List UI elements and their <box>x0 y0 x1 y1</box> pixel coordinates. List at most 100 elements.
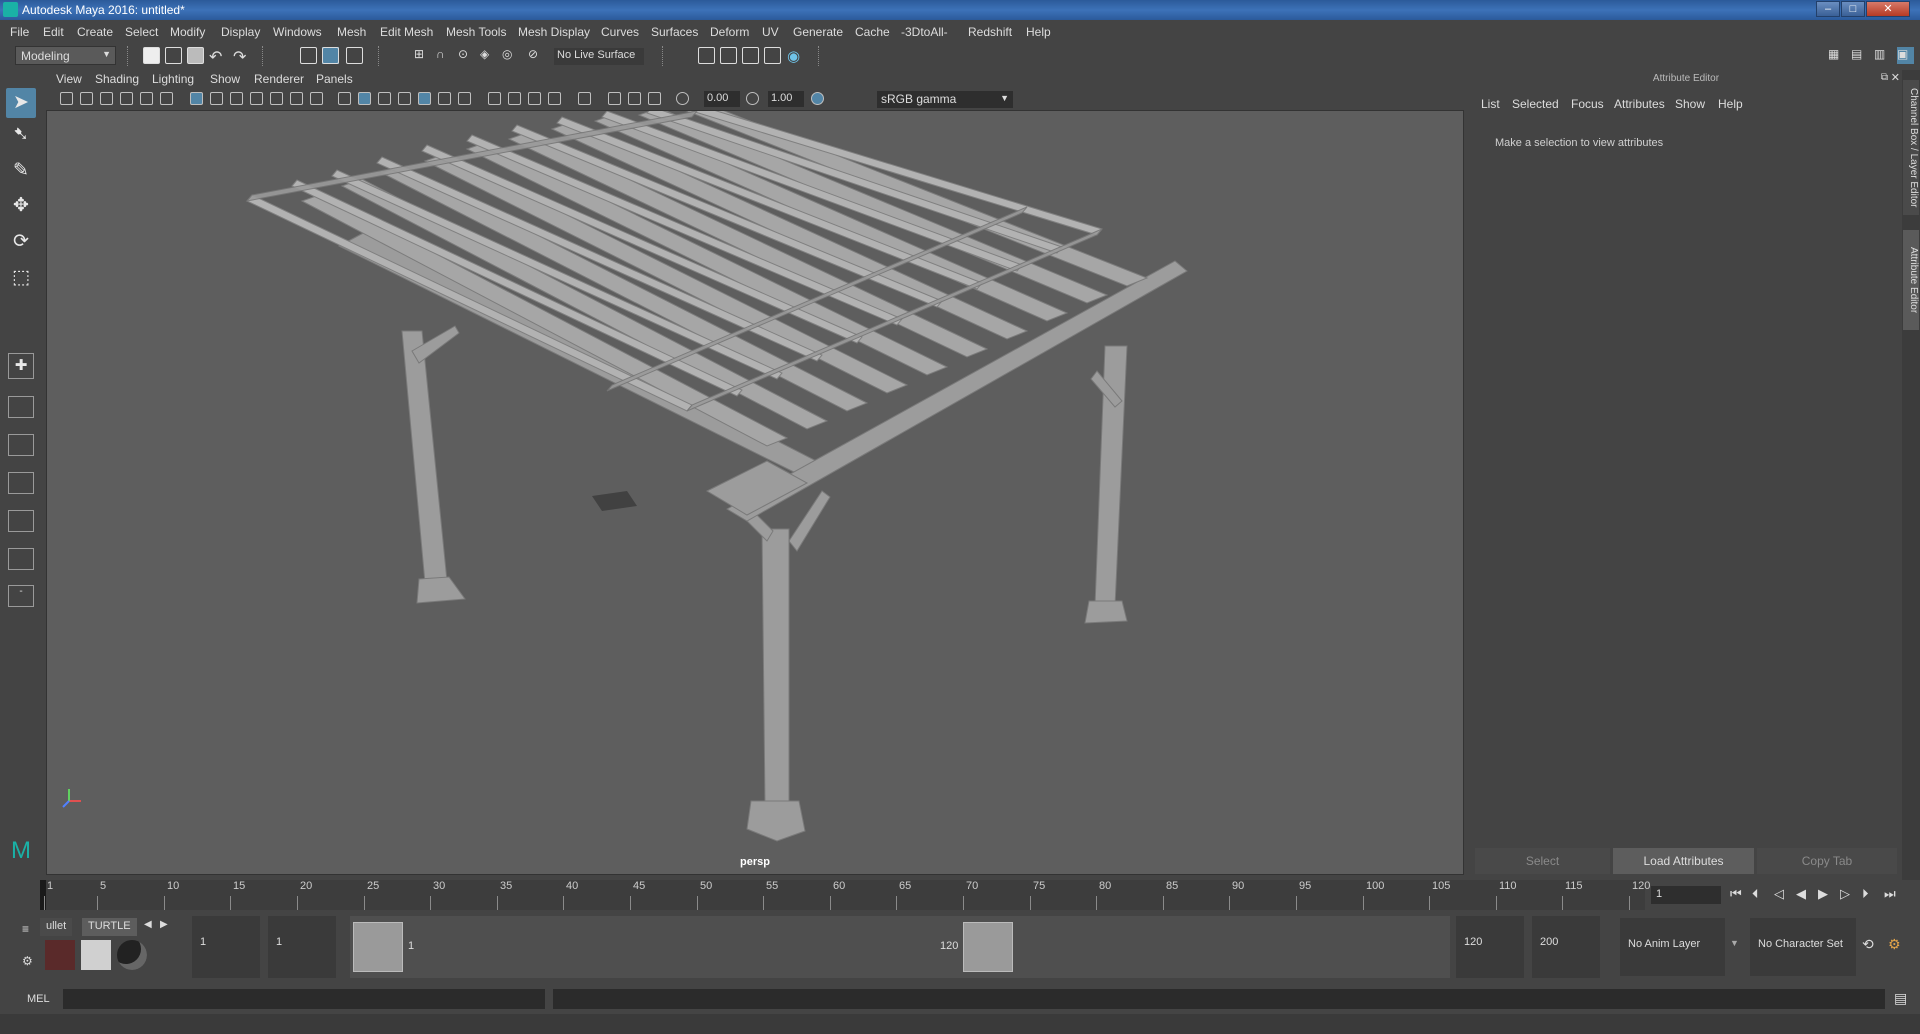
perspective-viewport[interactable]: persp <box>46 110 1464 875</box>
menu-set-dropdown[interactable]: Modeling ▼ <box>15 46 116 65</box>
step-forward-frame-icon[interactable]: ⏵ <box>1862 886 1869 902</box>
use-default-material-icon[interactable] <box>378 92 391 105</box>
menu-edit[interactable]: Edit <box>43 25 64 39</box>
lasso-tool-icon[interactable]: ➷ <box>6 120 36 150</box>
shelf-tab-bullet[interactable]: ullet <box>40 918 73 936</box>
menu-windows[interactable]: Windows <box>273 25 322 39</box>
ae-menu-list[interactable]: List <box>1481 97 1500 111</box>
wireframe-icon[interactable] <box>338 92 351 105</box>
ae-menu-focus[interactable]: Focus <box>1571 97 1604 111</box>
menu-cache[interactable]: Cache <box>855 25 890 39</box>
sphere-material-icon[interactable] <box>117 940 147 970</box>
isolate-select-icon[interactable] <box>578 92 591 105</box>
render-settings-icon[interactable] <box>698 47 715 64</box>
panel-menu-renderer[interactable]: Renderer <box>254 72 304 86</box>
load-attributes-button[interactable]: Load Attributes <box>1613 848 1754 874</box>
menu-uv[interactable]: UV <box>762 25 779 39</box>
color-management-icon[interactable] <box>811 92 824 105</box>
four-view-layout-icon[interactable] <box>8 396 34 418</box>
wireframe-on-shaded-icon[interactable] <box>398 92 411 105</box>
menu-file[interactable]: File <box>10 25 29 39</box>
single-perspective-layout-icon[interactable]: ✚ <box>8 353 34 379</box>
select-by-object-icon[interactable] <box>322 47 339 64</box>
channel-box-tab[interactable]: Channel Box / Layer Editor <box>1903 80 1919 215</box>
save-scene-icon[interactable] <box>187 47 204 64</box>
shelf-menu-icon[interactable]: ≡ <box>22 922 29 936</box>
range-slider-track[interactable]: 1 120 <box>350 916 1450 978</box>
live-surface-field[interactable]: No Live Surface <box>554 48 644 65</box>
paint-select-tool-icon[interactable]: ✎ <box>6 156 36 186</box>
bookmark-icon[interactable] <box>100 92 113 105</box>
shadows-icon[interactable] <box>458 92 471 105</box>
menu-edit-mesh[interactable]: Edit Mesh <box>380 25 433 39</box>
shelf-scroll-left-icon[interactable]: ◀ <box>144 919 152 930</box>
move-tool-icon[interactable]: ✥ <box>6 191 36 221</box>
select-tool-icon[interactable]: ➤ <box>6 88 36 118</box>
motion-blur-icon[interactable] <box>508 92 521 105</box>
new-scene-icon[interactable] <box>143 47 160 64</box>
current-time-marker[interactable] <box>40 880 46 910</box>
script-editor-icon[interactable]: ▤ <box>1894 990 1907 1007</box>
menu-generate[interactable]: Generate <box>793 25 843 39</box>
safe-title-icon[interactable] <box>310 92 323 105</box>
shelf-settings-icon[interactable]: ⚙ <box>22 954 33 968</box>
panel-menu-shading[interactable]: Shading <box>95 72 139 86</box>
gamma-field[interactable]: 1.00 <box>768 91 804 107</box>
image-plane-icon[interactable] <box>120 92 133 105</box>
bullet-rigid-icon[interactable] <box>45 940 75 970</box>
exposure-field[interactable]: 0.00 <box>704 91 740 107</box>
float-panel-icon[interactable]: ⧉ <box>1881 72 1888 83</box>
ae-menu-show[interactable]: Show <box>1675 97 1705 111</box>
select-camera-icon[interactable] <box>60 92 73 105</box>
anti-aliasing-icon[interactable] <box>528 92 541 105</box>
time-slider-track[interactable]: 1 5 10 15 20 25 30 35 40 45 50 55 60 65 70 75 80 85 90 95 10… <box>40 880 1650 910</box>
menu-redshift[interactable]: Redshift <box>968 25 1012 39</box>
field-chart-icon[interactable] <box>270 92 283 105</box>
shelf-tab-turtle[interactable]: TURTLE <box>82 918 137 936</box>
modeling-toolkit-icon[interactable]: ▦ <box>1828 47 1845 64</box>
xray-icon[interactable] <box>608 92 621 105</box>
go-to-end-icon[interactable]: ⏭ <box>1884 886 1896 902</box>
ae-menu-help[interactable]: Help <box>1718 97 1743 111</box>
render-current-frame-icon[interactable] <box>720 47 737 64</box>
menu-curves[interactable]: Curves <box>601 25 639 39</box>
menu-select[interactable]: Select <box>125 25 158 39</box>
gate-mask-icon[interactable] <box>250 92 263 105</box>
maximize-button[interactable]: □ <box>1841 1 1865 17</box>
select-button[interactable]: Select <box>1475 848 1610 874</box>
menu-surfaces[interactable]: Surfaces <box>651 25 698 39</box>
ae-menu-attributes[interactable]: Attributes <box>1614 97 1665 111</box>
range-start-handle[interactable] <box>353 922 403 972</box>
hypershade-layout-icon[interactable] <box>8 510 34 532</box>
command-input[interactable] <box>63 989 545 1009</box>
minimize-button[interactable]: – <box>1816 1 1840 17</box>
close-panel-icon[interactable]: ✕ <box>1891 71 1900 84</box>
xray-joints-icon[interactable] <box>628 92 641 105</box>
use-all-lights-icon[interactable] <box>438 92 451 105</box>
attribute-editor-toggle-icon[interactable]: ▥ <box>1874 47 1891 64</box>
redo-icon[interactable]: ↷ <box>233 47 250 66</box>
snap-grid-icon[interactable]: ⊞ <box>414 47 431 64</box>
copy-tab-button[interactable]: Copy Tab <box>1757 848 1897 874</box>
select-by-component-icon[interactable] <box>346 47 363 64</box>
scale-tool-icon[interactable]: ⬚ <box>6 263 36 293</box>
shelf-scroll-right-icon[interactable]: ▶ <box>160 919 168 930</box>
undo-icon[interactable]: ↶ <box>209 47 226 66</box>
menu-deform[interactable]: Deform <box>710 25 749 39</box>
hypershade-icon[interactable]: ◉ <box>787 47 804 65</box>
play-backwards-icon[interactable]: ◀ <box>1796 886 1806 902</box>
command-language-label[interactable]: MEL <box>27 993 50 1005</box>
panel-menu-show[interactable]: Show <box>210 72 240 86</box>
menu-display[interactable]: Display <box>221 25 260 39</box>
panel-menu-lighting[interactable]: Lighting <box>152 72 194 86</box>
auto-keyframe-icon[interactable]: ⟲ <box>1862 936 1874 953</box>
current-frame-field[interactable]: 1 <box>1651 886 1721 904</box>
snap-surface-icon[interactable]: ◎ <box>502 47 519 64</box>
snap-point-icon[interactable]: ⊙ <box>458 47 475 64</box>
persp-graph-layout-icon[interactable] <box>8 472 34 494</box>
playback-start-field[interactable]: 1 <box>268 916 336 978</box>
gamma-icon[interactable] <box>746 92 759 105</box>
panel-menu-panels[interactable]: Panels <box>316 72 353 86</box>
depth-of-field-icon[interactable] <box>548 92 561 105</box>
step-back-frame-icon[interactable]: ⏴ <box>1752 886 1759 902</box>
